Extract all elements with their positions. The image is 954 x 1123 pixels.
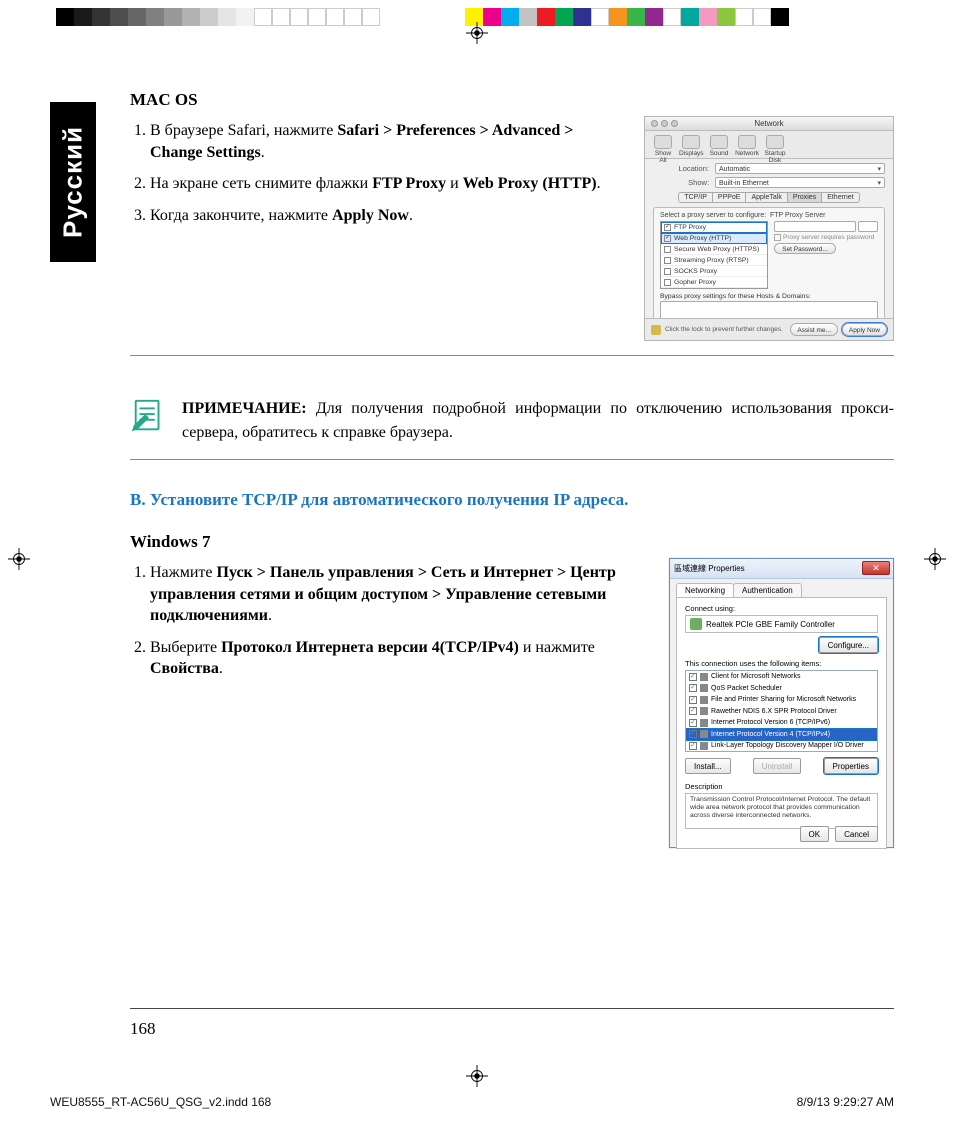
mac-tabs[interactable]: TCP/IPPPPoEAppleTalkProxiesEthernet bbox=[678, 192, 859, 203]
tab-pppoe[interactable]: PPPoE bbox=[713, 193, 747, 202]
proxy-item[interactable]: Streaming Proxy (RTSP) bbox=[661, 255, 767, 266]
tab-ethernet[interactable]: Ethernet bbox=[822, 193, 858, 202]
configure-button[interactable]: Configure... bbox=[819, 637, 878, 653]
apply-now-button[interactable]: Apply Now bbox=[842, 323, 887, 336]
proxy-item[interactable]: Web Proxy (HTTP) bbox=[661, 233, 767, 244]
registration-mark-icon bbox=[466, 1065, 488, 1087]
tab-proxies[interactable]: Proxies bbox=[788, 193, 822, 202]
step-item: Выберите Протокол Интернета версии 4(TCP… bbox=[150, 637, 651, 680]
items-label: This connection uses the following items… bbox=[685, 659, 878, 668]
connection-item[interactable]: QoS Packet Scheduler bbox=[686, 683, 877, 695]
tab-networking[interactable]: Networking bbox=[676, 583, 734, 597]
registration-mark-icon bbox=[8, 548, 30, 570]
connection-items-list[interactable]: Client for Microsoft NetworksQoS Packet … bbox=[685, 670, 878, 752]
toolbar-item[interactable]: Startup Disk bbox=[763, 135, 787, 154]
adapter-icon bbox=[690, 618, 702, 630]
separator bbox=[130, 459, 894, 460]
install-button[interactable]: Install... bbox=[685, 758, 731, 774]
win-titlebar: 區域連線 Properties ✕ bbox=[670, 559, 893, 579]
page-rule bbox=[130, 1008, 894, 1009]
indesign-timestamp: 8/9/13 9:29:27 AM bbox=[797, 1095, 894, 1109]
close-icon[interactable]: ✕ bbox=[862, 561, 890, 575]
mac-toolbar: Show AllDisplaysSoundNetworkStartup Disk bbox=[645, 131, 893, 159]
proxy-server-header: FTP Proxy Server bbox=[770, 212, 826, 219]
windows-properties-screenshot: 區域連線 Properties ✕ NetworkingAuthenticati… bbox=[669, 558, 894, 848]
separator bbox=[130, 355, 894, 356]
step-item: В браузере Safari, нажмите Safari > Pref… bbox=[150, 120, 626, 163]
registration-mark-icon bbox=[924, 548, 946, 570]
tab-tcp/ip[interactable]: TCP/IP bbox=[679, 193, 713, 202]
step-item: На экране сеть снимите флажки FTP Proxy … bbox=[150, 173, 626, 195]
show-select[interactable]: Built-in Ethernet bbox=[715, 177, 885, 188]
lock-text: Click the lock to prevent further change… bbox=[665, 326, 786, 333]
connection-item[interactable]: File and Printer Sharing for Microsoft N… bbox=[686, 694, 877, 706]
section-b-heading: B. Установите TCP/IP для автоматического… bbox=[130, 490, 894, 510]
connection-item[interactable]: Rawether NDIS 6.X SPR Protocol Driver bbox=[686, 706, 877, 718]
connection-item[interactable]: Internet Protocol Version 4 (TCP/IPv4) bbox=[686, 729, 877, 741]
win-window-title: 區域連線 Properties bbox=[674, 563, 745, 574]
macos-heading: MAC OS bbox=[130, 90, 894, 110]
language-tab: Русский bbox=[50, 102, 96, 262]
set-password-button[interactable]: Set Password... bbox=[774, 243, 836, 254]
connection-item[interactable]: Internet Protocol Version 6 (TCP/IPv6) bbox=[686, 717, 877, 729]
proxy-list-header: Select a proxy server to configure: bbox=[660, 212, 770, 219]
ok-button[interactable]: OK bbox=[800, 826, 830, 842]
assist-button[interactable]: Assist me... bbox=[790, 323, 838, 336]
cancel-button[interactable]: Cancel bbox=[835, 826, 878, 842]
requires-password-checkbox[interactable] bbox=[774, 234, 781, 241]
adapter-field: Realtek PCIe GBE Family Controller bbox=[685, 615, 878, 633]
mac-traffic-lights-icon bbox=[651, 120, 678, 127]
proxy-item[interactable]: Gopher Proxy bbox=[661, 277, 767, 288]
proxy-port-field[interactable] bbox=[858, 221, 878, 232]
bypass-textarea[interactable] bbox=[660, 301, 878, 319]
description-label: Description bbox=[685, 782, 878, 791]
proxy-list[interactable]: FTP ProxyWeb Proxy (HTTP)Secure Web Prox… bbox=[660, 221, 768, 289]
toolbar-item[interactable]: Sound bbox=[707, 135, 731, 154]
toolbar-item[interactable]: Network bbox=[735, 135, 759, 154]
registration-mark-icon bbox=[466, 22, 488, 44]
connect-using-label: Connect using: bbox=[685, 604, 878, 613]
win-tabs[interactable]: NetworkingAuthentication bbox=[670, 579, 893, 597]
bypass-label: Bypass proxy settings for these Hosts & … bbox=[660, 293, 878, 300]
note-icon bbox=[130, 397, 168, 435]
connection-item[interactable]: Link-Layer Topology Discovery Mapper I/O… bbox=[686, 740, 877, 752]
connection-item[interactable]: Link-Layer Topology Discovery Responder bbox=[686, 752, 877, 753]
description-text: Transmission Control Protocol/Internet P… bbox=[685, 793, 878, 829]
adapter-name: Realtek PCIe GBE Family Controller bbox=[706, 620, 835, 629]
step-item: Когда закончите, нажмите Apply Now. bbox=[150, 205, 626, 227]
mac-window-title: Network bbox=[754, 119, 783, 128]
proxy-server-field[interactable] bbox=[774, 221, 856, 232]
step-item: Нажмите Пуск > Панель управления > Сеть … bbox=[150, 562, 651, 627]
proxy-item[interactable]: Secure Web Proxy (HTTPS) bbox=[661, 244, 767, 255]
show-label: Show: bbox=[653, 178, 709, 187]
uninstall-button[interactable]: Uninstall bbox=[753, 758, 802, 774]
location-select[interactable]: Automatic bbox=[715, 163, 885, 174]
windows-heading: Windows 7 bbox=[130, 532, 894, 552]
toolbar-item[interactable]: Show All bbox=[651, 135, 675, 154]
properties-button[interactable]: Properties bbox=[824, 758, 878, 774]
macos-network-screenshot: Network Show AllDisplaysSoundNetworkStar… bbox=[644, 116, 894, 341]
tab-appletalk[interactable]: AppleTalk bbox=[746, 193, 787, 202]
lock-icon[interactable] bbox=[651, 325, 661, 335]
toolbar-item[interactable]: Displays bbox=[679, 135, 703, 154]
mac-window-titlebar: Network bbox=[645, 117, 893, 131]
proxy-item[interactable]: FTP Proxy bbox=[661, 222, 767, 233]
proxy-item[interactable]: SOCKS Proxy bbox=[661, 266, 767, 277]
note-text: ПРИМЕЧАНИЕ: Для получения подробной инфо… bbox=[182, 397, 894, 445]
indesign-filename: WEU8555_RT-AC56U_QSG_v2.indd 168 bbox=[50, 1095, 271, 1109]
tab-authentication[interactable]: Authentication bbox=[733, 583, 802, 597]
location-label: Location: bbox=[653, 164, 709, 173]
connection-item[interactable]: Client for Microsoft Networks bbox=[686, 671, 877, 683]
page-number: 168 bbox=[130, 1019, 156, 1039]
